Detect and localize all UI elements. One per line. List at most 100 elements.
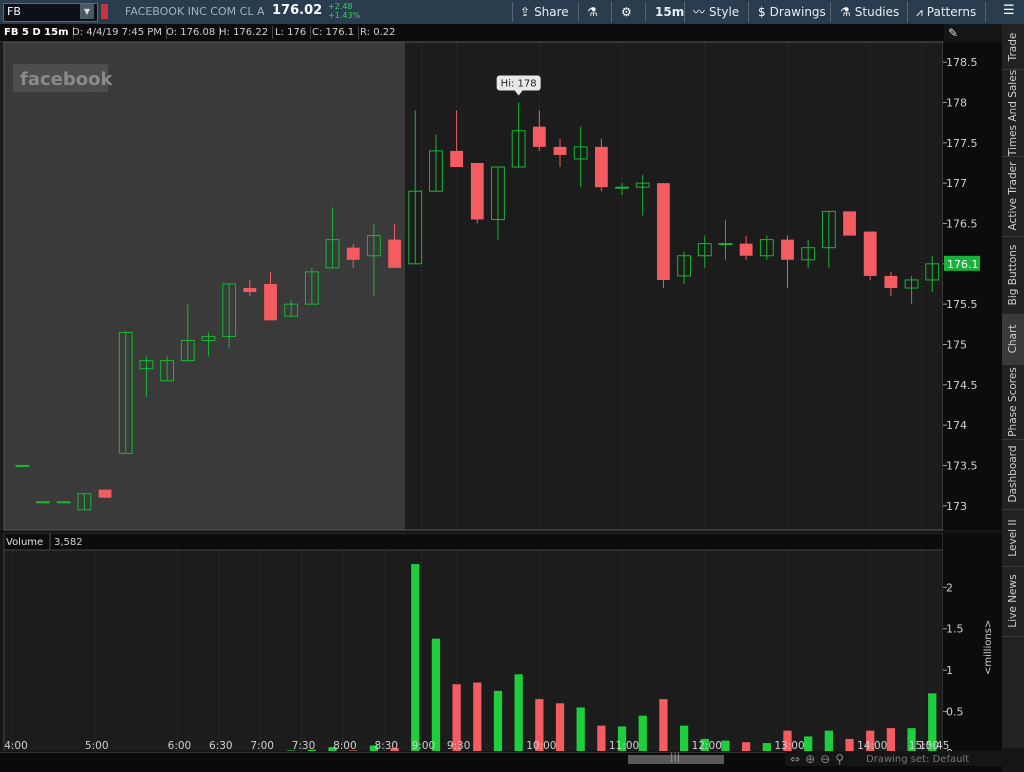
patterns-icon: ⩘	[916, 5, 923, 19]
volume-value: 3,582	[54, 537, 83, 548]
style-icon: 〰	[693, 5, 706, 19]
candle[interactable]	[843, 211, 856, 236]
style-button[interactable]: 〰 Style	[693, 4, 739, 20]
volume-bar[interactable]	[473, 682, 482, 751]
price-tick-label: 176.5	[946, 217, 978, 230]
timeframe-button[interactable]: 15m	[655, 4, 684, 20]
right-sidebar: Trade Times And Sales Active Trader Big But…	[1002, 24, 1024, 748]
volume-bar[interactable]	[638, 715, 647, 751]
toolbar-separator	[611, 2, 612, 22]
flask-button[interactable]: ⚗	[587, 4, 602, 20]
volume-bar[interactable]	[824, 730, 833, 751]
toolbar-separator	[684, 2, 685, 22]
candle[interactable]	[863, 231, 877, 280]
volume-bar[interactable]	[555, 703, 565, 751]
sidebar-tab-trade[interactable]: Trade	[1002, 24, 1024, 70]
drawings-button[interactable]: $ Drawings	[758, 4, 826, 20]
volume-bar[interactable]	[597, 725, 606, 751]
candle[interactable]	[56, 501, 71, 504]
sidebar-tab-big-buttons[interactable]: Big Buttons	[1002, 236, 1024, 315]
chart-symbol-label[interactable]: FB 5 D 15m	[4, 26, 74, 39]
zoom-out-icon[interactable]: ⊖	[820, 752, 835, 766]
sidebar-tab-phase-scores[interactable]: Phase Scores	[1002, 364, 1024, 440]
candle-body	[594, 146, 608, 188]
studies-icon: ⚗	[840, 5, 851, 19]
volume-bar[interactable]	[431, 638, 441, 751]
candle-body	[553, 146, 567, 155]
volume-bar[interactable]	[721, 740, 730, 751]
drawing-set-label[interactable]: Drawing set: Default	[866, 754, 969, 765]
candle-body	[739, 243, 753, 256]
volume-chart[interactable]: 00.511.52<millions>4:005:006:006:307:007…	[0, 533, 1002, 751]
sidebar-tab-live-news[interactable]: Live News	[1002, 566, 1024, 637]
price-tick-label: 178.5	[946, 56, 978, 69]
sidebar-tab-active-trader[interactable]: Active Trader	[1002, 156, 1024, 237]
volume-bar[interactable]	[576, 707, 585, 751]
candle-body	[98, 489, 112, 498]
change-absolute: +2.48	[328, 2, 353, 11]
drawing-pencil-icon[interactable]: ✎	[948, 26, 958, 40]
candle-body	[450, 150, 464, 168]
price-chart[interactable]: 173173.5174174.5175175.5176176.5177177.5…	[0, 42, 1002, 532]
volume-bar[interactable]	[741, 742, 751, 751]
volume-bar[interactable]	[659, 699, 668, 751]
price-tick-label: 177	[946, 177, 967, 190]
candle[interactable]	[657, 183, 670, 289]
time-tick-label: 8:30	[374, 740, 398, 751]
candle-body	[718, 243, 733, 246]
time-tick-label: 7:00	[250, 740, 274, 751]
link-color-tag[interactable]	[101, 4, 108, 19]
sidebar-tab-chart[interactable]: Chart	[1002, 314, 1024, 365]
sidebar-tab-level-ii[interactable]: Level II	[1002, 509, 1024, 567]
sidebar-tab-label: Dashboard	[1007, 445, 1019, 503]
high-bubble-label: Hi: 178	[501, 78, 537, 89]
volume-bar[interactable]	[411, 564, 420, 751]
company-name: FACEBOOK INC COM CL A	[125, 5, 265, 18]
volume-tick-label: 1	[946, 664, 953, 677]
share-button[interactable]: ⇪ Share	[520, 4, 569, 20]
candle[interactable]	[36, 501, 50, 504]
candle-body	[346, 247, 360, 260]
symbol-dropdown-icon[interactable]: ▼	[80, 4, 94, 19]
toolbar-separator	[512, 2, 513, 22]
candle-body	[264, 283, 277, 321]
volume-bar[interactable]	[845, 738, 854, 751]
candle[interactable]	[98, 489, 112, 498]
volume-bar[interactable]	[886, 728, 896, 751]
candle[interactable]	[15, 464, 30, 467]
time-tick-label: 9:00	[412, 740, 436, 751]
studies-button[interactable]: ⚗ Studies	[840, 4, 899, 20]
volume-bar[interactable]	[493, 690, 503, 751]
volume-tick-label: 2	[946, 581, 953, 594]
zoom-controls[interactable]: ⇔⊕⊖⚲	[790, 752, 849, 766]
volume-bar[interactable]	[804, 736, 813, 751]
bar-high: H: 176.22	[219, 26, 274, 39]
candle-body	[243, 288, 257, 293]
candle-body	[863, 231, 877, 276]
candle-body	[781, 239, 794, 260]
premarket-shading	[4, 42, 405, 530]
candle-body	[843, 211, 856, 236]
volume-bar[interactable]	[679, 725, 689, 751]
menu-icon[interactable]: ☰	[1003, 3, 1015, 18]
price-tick-label: 175	[946, 338, 967, 351]
toolbar-separator	[985, 2, 986, 22]
gear-icon: ⚙	[621, 5, 632, 19]
price-tick-label: 174.5	[946, 379, 978, 392]
sidebar-tab-times-and-sales[interactable]: Times And Sales	[1002, 69, 1024, 157]
settings-button[interactable]: ⚙	[621, 4, 636, 20]
magnifier-icon[interactable]: ⚲	[835, 752, 849, 766]
time-tick-label: 9:30	[447, 740, 471, 751]
volume-label: Volume	[6, 537, 44, 548]
candle-body	[388, 239, 401, 268]
candle[interactable]	[470, 162, 484, 224]
zoom-fit-icon[interactable]: ⇔	[790, 752, 805, 766]
price-axis	[943, 42, 1002, 530]
sidebar-tab-dashboard[interactable]: Dashboard	[1002, 439, 1024, 510]
time-tick-label: 7:30	[292, 740, 316, 751]
bar-date: D: 4/4/19 7:45 PM	[72, 26, 167, 39]
volume-bar[interactable]	[514, 674, 523, 751]
zoom-in-icon[interactable]: ⊕	[805, 752, 820, 766]
volume-bar[interactable]	[762, 743, 771, 751]
patterns-button[interactable]: ⩘ Patterns	[916, 4, 976, 20]
